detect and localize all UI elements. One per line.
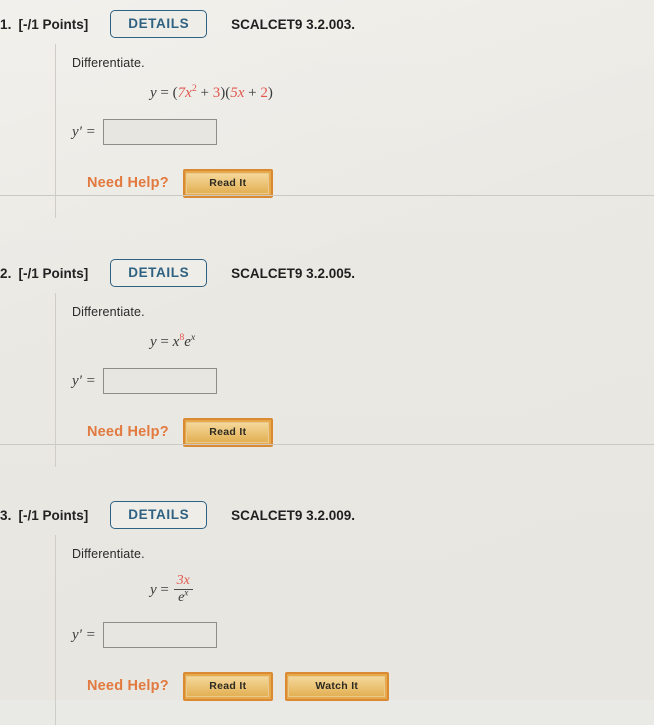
answer-row-2: y' = — [72, 368, 654, 394]
read-it-button-3[interactable]: Read It — [182, 672, 273, 701]
read-it-button-3-label: Read It — [186, 675, 270, 697]
equation-1-term-4: 2 — [260, 85, 268, 101]
answer-row-1: y' = — [72, 119, 654, 145]
answer-input-3[interactable] — [102, 622, 217, 648]
equation-1-term-3: 5x — [230, 85, 245, 101]
question-number-1: 1. — [0, 16, 12, 32]
equation-3-equals: = — [160, 581, 169, 598]
equation-1-close-paren-2: ) — [267, 85, 273, 101]
help-row-1: Need Help? Read It — [87, 169, 654, 198]
read-it-button-2-label: Read It — [186, 421, 270, 443]
question-code-1: SCALCET9 3.2.003. — [231, 16, 355, 32]
equation-2-lhs: y — [150, 334, 157, 350]
question-divider-1 — [0, 195, 654, 196]
answer-label-3: y' = — [72, 626, 96, 643]
question-block-3: 3. [-/1 Points] DETAILS SCALCET9 3.2.009… — [0, 495, 654, 725]
question-header-1: 1. [-/1 Points] DETAILS SCALCET9 3.2.003… — [0, 4, 654, 44]
question-prompt-1: Differentiate. — [72, 56, 145, 70]
question-divider-2 — [0, 444, 654, 445]
question-block-1: 1. [-/1 Points] DETAILS SCALCET9 3.2.003… — [0, 4, 654, 218]
equation-3-denominator: ex — [174, 587, 193, 605]
question-header-2: 2. [-/1 Points] DETAILS SCALCET9 3.2.005… — [0, 253, 654, 293]
question-number-2: 2. — [0, 265, 12, 281]
question-number-3: 3. — [0, 507, 12, 523]
question-prompt-2: Differentiate. — [72, 305, 145, 319]
question-body-3: Differentiate. y = 3x ex y' = Need Help?… — [55, 535, 654, 725]
question-body-2: Differentiate. y = x8ex y' = Need Help? … — [55, 293, 654, 467]
need-help-label-1: Need Help? — [87, 175, 169, 192]
equation-3-fraction: 3x ex — [173, 574, 193, 605]
need-help-label-2: Need Help? — [87, 424, 169, 441]
answer-input-1[interactable] — [102, 119, 217, 145]
equation-3-lhs: y — [150, 581, 157, 598]
equation-2-e-exponent: x — [190, 332, 196, 343]
question-prompt-3: Differentiate. — [72, 547, 145, 561]
details-button-3[interactable]: DETAILS — [110, 500, 208, 530]
answer-input-2[interactable] — [102, 368, 217, 394]
equation-1-plus-2: + — [248, 85, 257, 101]
question-body-1: Differentiate. y = (7x2 + 3)(5x + 2) y' … — [55, 44, 654, 218]
question-block-2: 2. [-/1 Points] DETAILS SCALCET9 3.2.005… — [0, 253, 654, 467]
read-it-button-2[interactable]: Read It — [182, 418, 273, 447]
read-it-button-1-label: Read It — [186, 172, 270, 194]
answer-label-1: y' = — [72, 123, 96, 140]
question-header-3: 3. [-/1 Points] DETAILS SCALCET9 3.2.009… — [0, 495, 654, 535]
help-row-2: Need Help? Read It — [87, 418, 654, 447]
question-points-3: [-/1 Points] — [18, 507, 89, 523]
equation-1: y = (7x2 + 3)(5x + 2) — [150, 83, 654, 101]
answer-label-2: y' = — [72, 372, 96, 389]
equation-2-equals: = — [160, 334, 169, 350]
equation-3: y = 3x ex — [150, 574, 654, 606]
equation-3-denominator-exponent: x — [184, 587, 189, 598]
equation-1-plus-1: + — [200, 85, 209, 101]
question-code-3: SCALCET9 3.2.009. — [231, 507, 355, 523]
need-help-label-3: Need Help? — [87, 678, 169, 695]
equation-1-term-1: 7x — [177, 85, 192, 101]
watch-it-button-3[interactable]: Watch It — [284, 672, 389, 701]
help-row-3: Need Help? Read It Watch It — [87, 672, 654, 701]
equation-2: y = x8ex — [150, 332, 654, 350]
details-button-2[interactable]: DETAILS — [110, 258, 208, 288]
equation-1-exponent-1: 2 — [191, 83, 197, 94]
question-points-2: [-/1 Points] — [18, 265, 89, 281]
equation-1-equals: = — [160, 85, 169, 101]
question-points-1: [-/1 Points] — [18, 16, 89, 32]
answer-row-3: y' = — [72, 622, 654, 648]
details-button-1[interactable]: DETAILS — [110, 9, 208, 39]
equation-1-lhs: y — [150, 85, 157, 101]
question-code-2: SCALCET9 3.2.005. — [231, 265, 355, 281]
watch-it-button-3-label: Watch It — [288, 675, 386, 697]
equation-2-e: e — [184, 334, 191, 350]
read-it-button-1[interactable]: Read It — [182, 169, 273, 198]
